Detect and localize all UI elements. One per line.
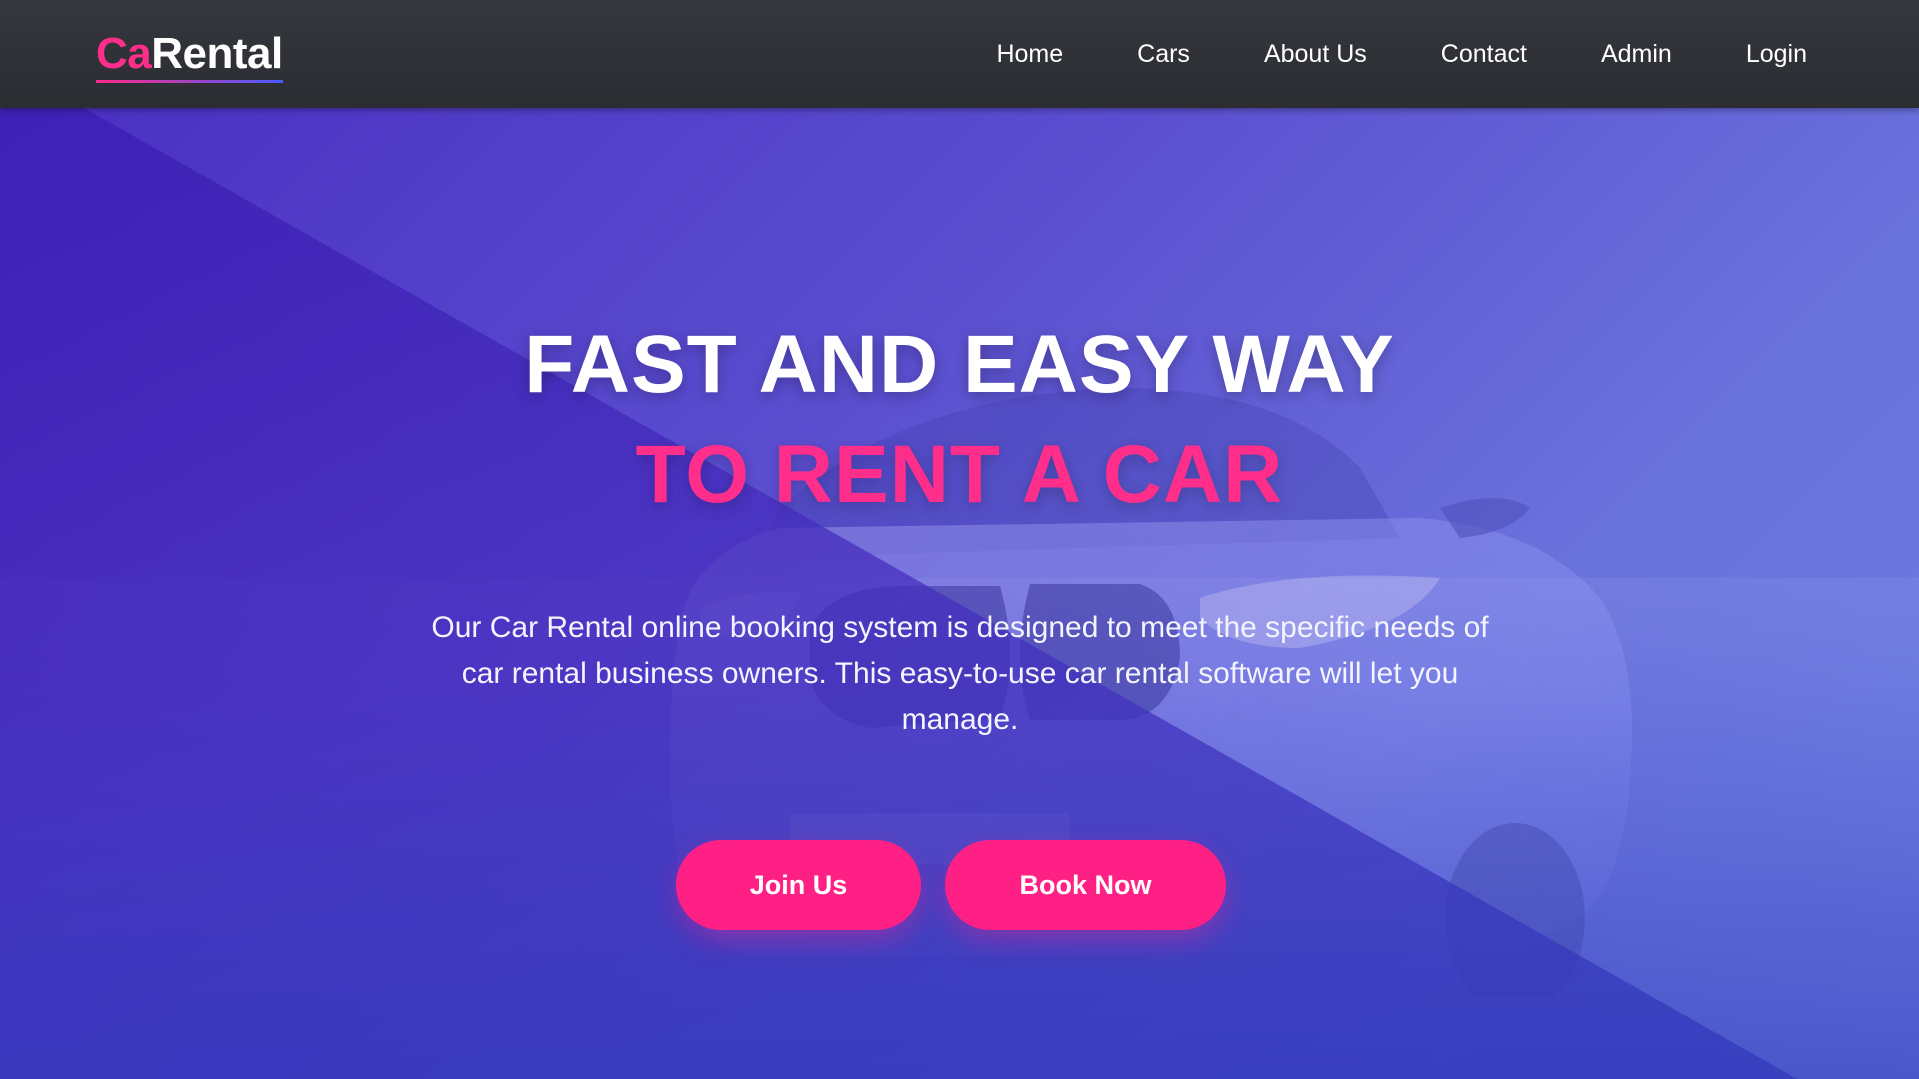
nav-login[interactable]: Login: [1746, 40, 1807, 69]
navbar: CaRental Home Cars About Us Contact Admi…: [0, 0, 1919, 108]
brand-logo[interactable]: CaRental: [96, 28, 283, 83]
brand-logo-accent: Ca: [96, 29, 152, 78]
hero-buttons: Join Us Book Now: [0, 840, 1919, 930]
nav-contact[interactable]: Contact: [1441, 40, 1527, 69]
hero-title-line-2: TO RENT A CAR: [635, 429, 1284, 520]
nav-home[interactable]: Home: [996, 40, 1063, 69]
nav-links: Home Cars About Us Contact Admin Login: [996, 0, 1807, 108]
join-us-button[interactable]: Join Us: [676, 840, 921, 930]
nav-about-us[interactable]: About Us: [1264, 40, 1367, 69]
brand-logo-rest: Rental: [151, 29, 283, 78]
hero-content: FAST AND EASY WAY TO RENT A CAR Our Car …: [0, 108, 1919, 1079]
nav-cars[interactable]: Cars: [1137, 40, 1190, 69]
hero-description: Our Car Rental online booking system is …: [431, 611, 1489, 736]
nav-admin[interactable]: Admin: [1601, 40, 1672, 69]
book-now-button[interactable]: Book Now: [945, 840, 1226, 930]
hero-title-line-1: FAST AND EASY WAY: [524, 319, 1395, 410]
